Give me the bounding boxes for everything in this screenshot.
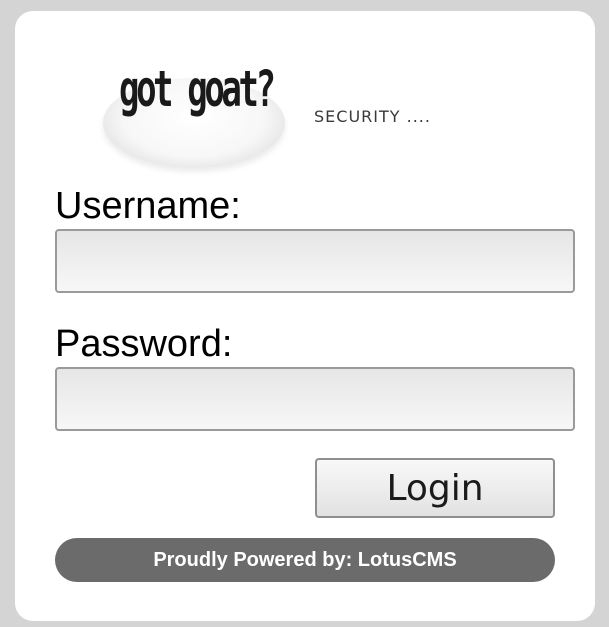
powered-by-footer: Proudly Powered by: LotusCMS <box>55 538 555 582</box>
got-goat-logo: got goat? <box>103 56 293 171</box>
logo-text: got goat? <box>119 60 276 118</box>
login-button[interactable]: Login <box>315 458 555 518</box>
username-field[interactable] <box>55 229 575 293</box>
password-field[interactable] <box>55 367 575 431</box>
username-label: Username: <box>55 185 241 227</box>
tagline: SECURITY .... <box>314 107 431 126</box>
login-panel: got goat? SECURITY .... Username: Passwo… <box>15 11 595 621</box>
password-label: Password: <box>55 323 233 365</box>
